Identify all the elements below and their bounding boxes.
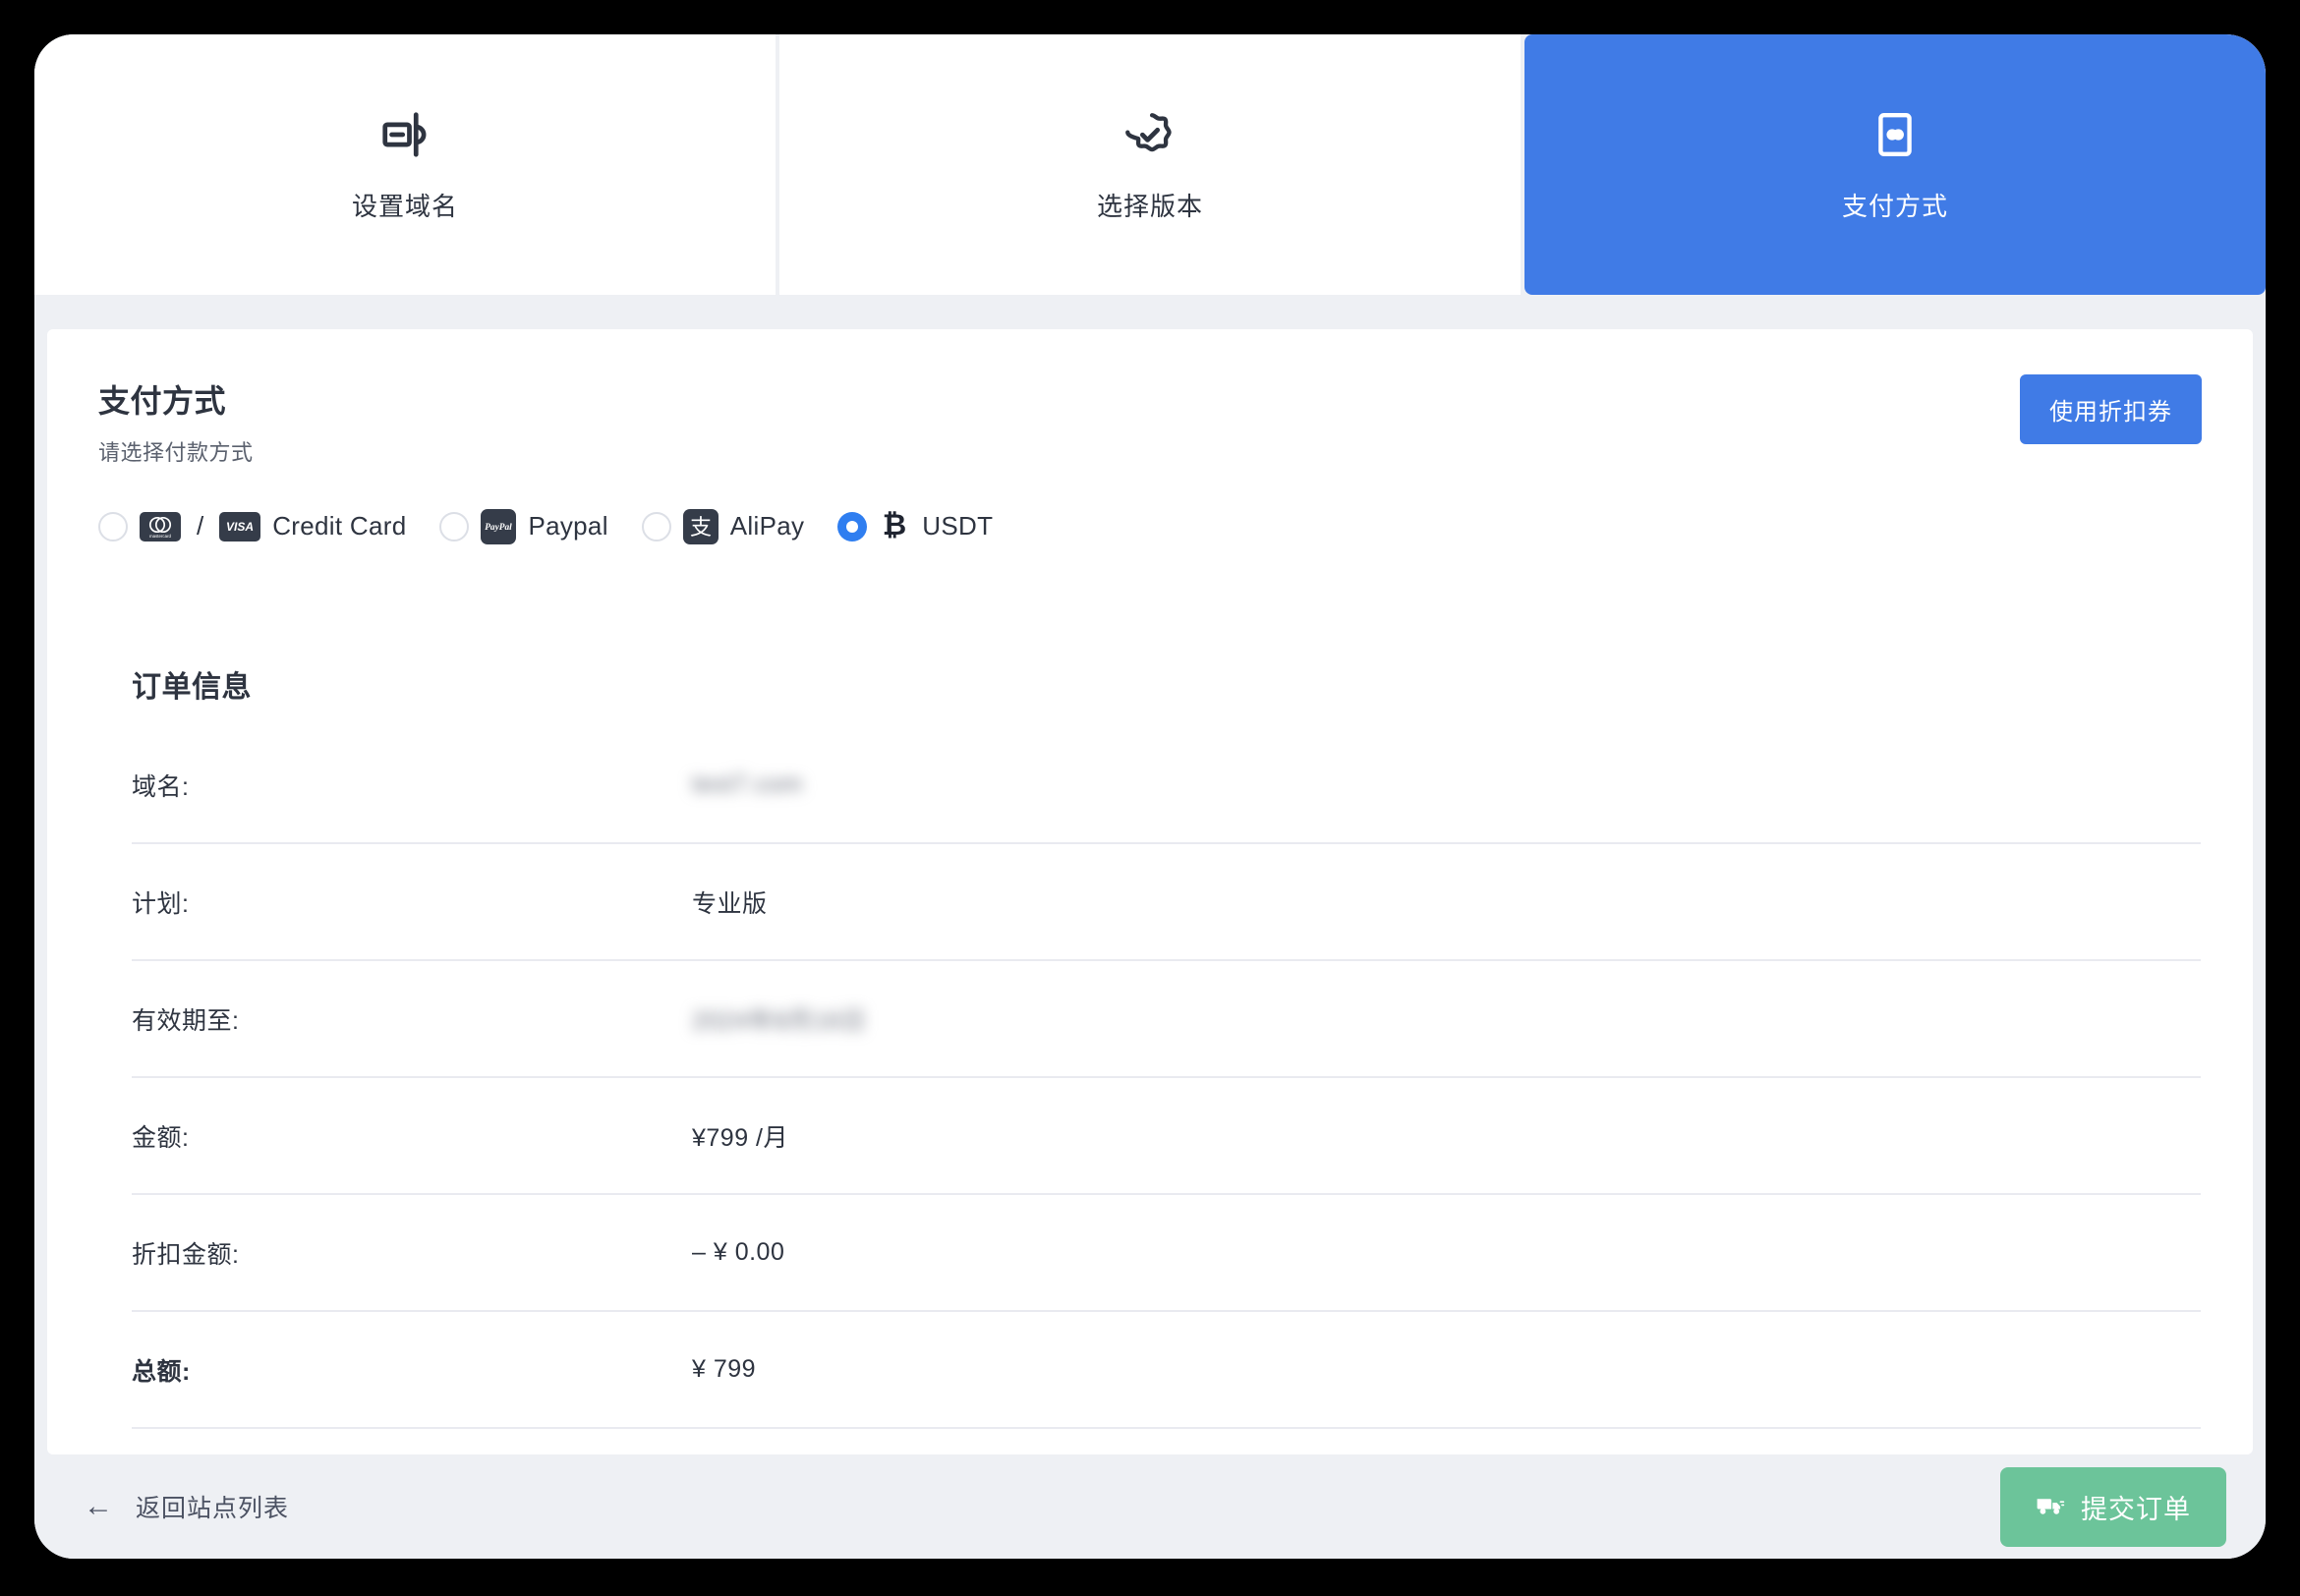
payment-card: 支付方式 请选择付款方式 使用折扣券 mastercard / VISA Cre… bbox=[47, 329, 2253, 1454]
row-label: 总额: bbox=[132, 1357, 191, 1386]
bitcoin-icon: ₿ bbox=[879, 506, 910, 546]
radio-alipay[interactable] bbox=[641, 511, 671, 542]
row-label: 有效期至: bbox=[132, 1006, 240, 1035]
row-label: 折扣金额: bbox=[132, 1240, 240, 1269]
back-to-site-list-link[interactable]: ← 返回站点列表 bbox=[84, 1489, 289, 1524]
order-info-table: 域名: test7.com 计划: 专业版 有效期至: 2024年8月16日 金… bbox=[132, 727, 2201, 1429]
row-value-domain: test7.com bbox=[692, 770, 803, 798]
table-row: 金额: ¥799 /月 bbox=[132, 1078, 2201, 1195]
step-tabs: 设置域名 选择版本 支付方式 bbox=[34, 34, 2266, 295]
radio-usdt[interactable] bbox=[837, 511, 868, 542]
table-row-total: 总额: ¥ 799 bbox=[132, 1312, 2201, 1429]
table-row: 域名: test7.com bbox=[132, 727, 2201, 844]
payment-method-group: mastercard / VISA Credit Card PayPal Pay… bbox=[47, 477, 2253, 546]
row-value-expiry: 2024年8月16日 bbox=[692, 1006, 867, 1035]
radio-credit-card[interactable] bbox=[98, 511, 128, 542]
submit-order-button[interactable]: 提交订单 bbox=[2000, 1466, 2226, 1547]
paypal-icon: PayPal bbox=[481, 508, 517, 544]
domain-setup-icon bbox=[376, 106, 433, 163]
step-tab-payment[interactable]: 支付方式 bbox=[1524, 34, 2266, 295]
submit-button-label: 提交订单 bbox=[2081, 1494, 2191, 1524]
payment-option-label: Credit Card bbox=[272, 511, 407, 541]
table-row: 有效期至: 2024年8月16日 bbox=[132, 961, 2201, 1078]
payment-option-credit-card[interactable]: mastercard / VISA Credit Card bbox=[98, 511, 406, 542]
mastercard-icon: mastercard bbox=[140, 511, 181, 542]
payment-option-label: Paypal bbox=[528, 511, 608, 541]
page-subtitle: 请选择付款方式 bbox=[98, 440, 254, 465]
row-label: 域名: bbox=[132, 772, 190, 801]
back-link-label: 返回站点列表 bbox=[136, 1495, 290, 1522]
payment-option-paypal[interactable]: PayPal Paypal bbox=[439, 508, 608, 544]
app-viewport: 设置域名 选择版本 支付方式 支付方式 请选择付款方式 使用折扣券 master… bbox=[34, 34, 2266, 1559]
row-value-total: ¥ 799 bbox=[692, 1355, 757, 1383]
table-row: 折扣金额: – ¥ 0.00 bbox=[132, 1195, 2201, 1312]
row-label: 计划: bbox=[132, 889, 190, 918]
payment-option-label: USDT bbox=[922, 511, 994, 541]
badge-check-icon bbox=[1121, 106, 1179, 163]
order-info-title: 订单信息 bbox=[132, 671, 252, 704]
step-tab-label: 选择版本 bbox=[1096, 192, 1203, 221]
visa-icon: VISA bbox=[219, 511, 261, 542]
alipay-icon: 支 bbox=[682, 508, 719, 544]
row-value-plan: 专业版 bbox=[692, 889, 768, 918]
card-header: 支付方式 请选择付款方式 使用折扣券 bbox=[47, 329, 2253, 477]
table-row: 计划: 专业版 bbox=[132, 844, 2201, 961]
row-label: 金额: bbox=[132, 1123, 190, 1152]
step-tab-label: 设置域名 bbox=[351, 192, 458, 221]
svg-text:mastercard: mastercard bbox=[149, 534, 172, 539]
step-tab-version[interactable]: 选择版本 bbox=[779, 34, 1521, 295]
svg-text:VISA: VISA bbox=[226, 520, 254, 534]
row-value-amount: ¥799 /月 bbox=[692, 1123, 789, 1152]
payment-card-icon bbox=[1867, 106, 1924, 163]
svg-text:支: 支 bbox=[690, 516, 712, 541]
step-tab-domain[interactable]: 设置域名 bbox=[34, 34, 776, 295]
brand-separator: / bbox=[197, 511, 204, 541]
arrow-left-icon: ← bbox=[84, 1490, 114, 1522]
svg-text:PayPal: PayPal bbox=[486, 523, 513, 533]
payment-option-label: AliPay bbox=[729, 511, 805, 541]
footer-bar: ← 返回站点列表 提交订单 bbox=[34, 1454, 2266, 1559]
truck-icon bbox=[2036, 1495, 2065, 1518]
page-title: 支付方式 bbox=[98, 383, 227, 419]
use-coupon-button[interactable]: 使用折扣券 bbox=[2020, 374, 2202, 444]
payment-option-alipay[interactable]: 支 AliPay bbox=[641, 508, 805, 544]
step-tab-label: 支付方式 bbox=[1841, 192, 1948, 221]
svg-text:₿: ₿ bbox=[883, 508, 906, 542]
payment-option-usdt[interactable]: ₿ USDT bbox=[837, 506, 993, 546]
row-value-discount: – ¥ 0.00 bbox=[692, 1238, 785, 1266]
order-info-section: 订单信息 域名: test7.com 计划: 专业版 有效期至: 2024年8月… bbox=[47, 546, 2253, 1429]
radio-paypal[interactable] bbox=[439, 511, 470, 542]
